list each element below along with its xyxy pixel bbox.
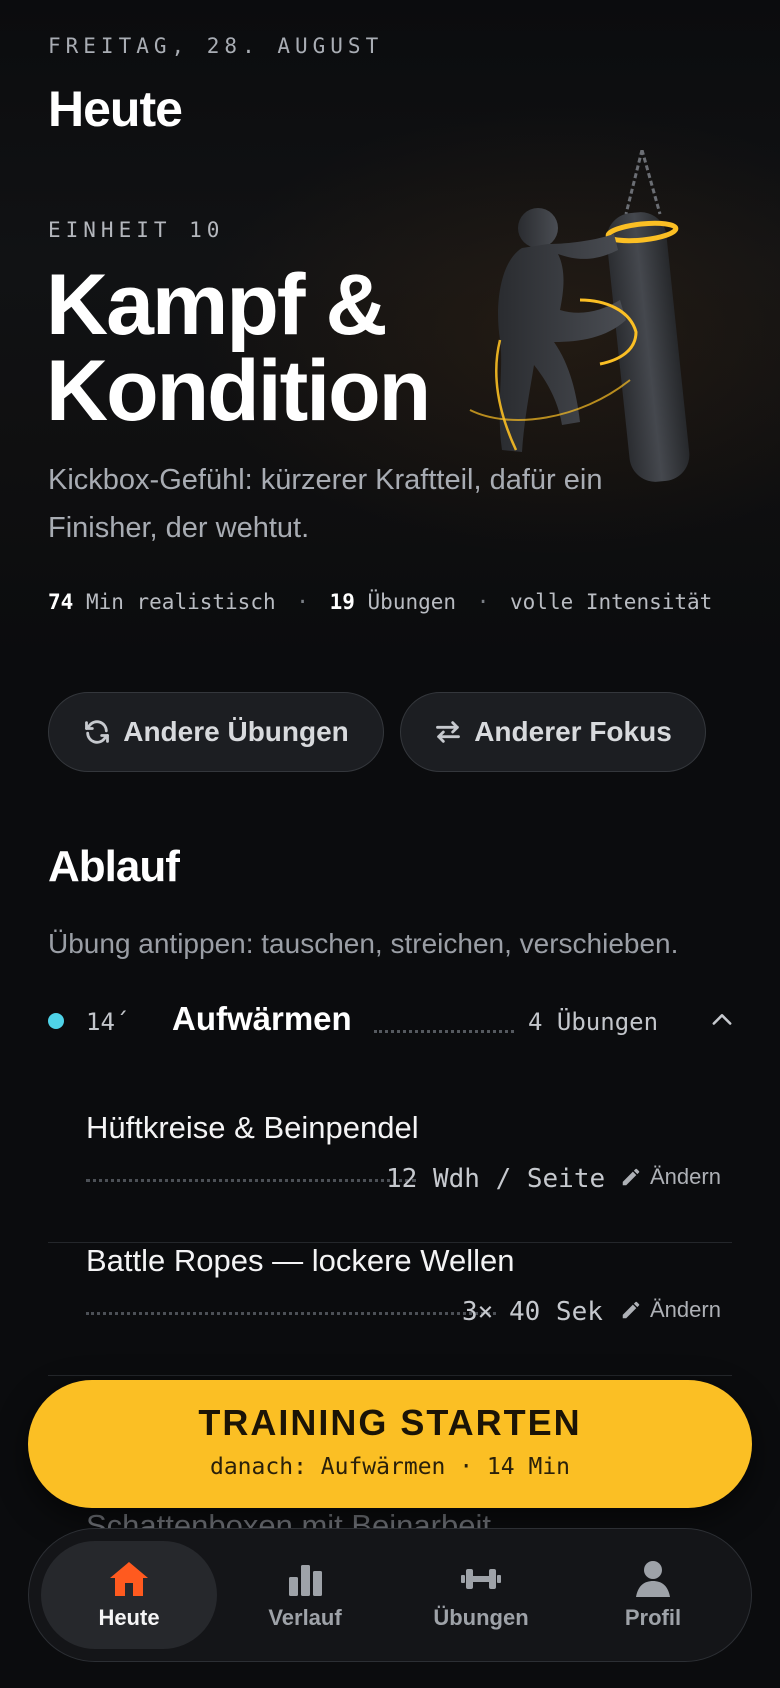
workout-title: Kampf & Kondition [46, 262, 606, 434]
stat-exercises-label: Übungen [367, 590, 457, 614]
phase-header-warmup[interactable]: 14´ Aufwärmen 4 Übungen [48, 1000, 732, 1044]
dumbbell-icon [461, 1569, 501, 1589]
pencil-icon [622, 1301, 640, 1319]
edit-label: Ändern [650, 1297, 721, 1322]
stat-exercises-value: 19 [329, 590, 355, 614]
page-title: Heute [48, 81, 183, 137]
exercise-row[interactable]: Battle Ropes — lockere Wellen 3× 40 Sek … [48, 1243, 732, 1376]
cta-title: TRAINING STARTEN [198, 1402, 582, 1443]
stat-separator: · [296, 590, 309, 614]
tab-label: Heute [98, 1605, 160, 1630]
tab-heute[interactable]: Heute [41, 1541, 217, 1649]
user-icon [636, 1561, 670, 1597]
exercise-name: Battle Ropes — lockere Wellen [86, 1243, 515, 1278]
section-title: Ablauf [48, 842, 180, 891]
bottom-tab-bar: Heute Verlauf Übungen Profil [28, 1528, 752, 1662]
other-focus-label: Anderer Fokus [474, 716, 672, 747]
stat-minutes-value: 74 [48, 590, 74, 614]
exercise-name: Hüftkreise & Beinpendel [86, 1110, 419, 1145]
exercise-value: 12 Wdh / Seite [386, 1164, 606, 1194]
phase-name: Aufwärmen [172, 1000, 352, 1037]
swap-icon [436, 721, 461, 743]
stat-separator: · [476, 590, 490, 614]
unit-label: EINHEIT 10 [48, 218, 225, 242]
exercise-value: 3× 40 Sek [462, 1297, 603, 1327]
chevron-up-icon[interactable] [708, 1006, 736, 1034]
other-exercises-label: Andere Übungen [123, 716, 349, 747]
dotted-leader [86, 1312, 496, 1315]
workout-title-line-2: Kondition [46, 343, 431, 439]
cta-subtitle: danach: Aufwärmen · 14 Min [209, 1454, 571, 1480]
bar-chart-icon [289, 1565, 322, 1596]
edit-button[interactable]: Ändern [620, 1164, 721, 1190]
stat-minutes-label: Min realistisch [85, 590, 276, 614]
other-exercises-button[interactable]: Andere Übungen [48, 692, 384, 772]
exercise-row[interactable]: Hüftkreise & Beinpendel 12 Wdh / Seite Ä… [48, 1110, 732, 1243]
phase-color-dot [48, 1013, 64, 1029]
workout-stats: 74 Min realistisch · 19 Übungen · volle … [48, 590, 712, 614]
plan-hint: Übung antippen: tauschen, streichen, ver… [48, 928, 679, 959]
phase-duration: 14´ [86, 1008, 130, 1036]
tab-label: Profil [624, 1605, 682, 1630]
tab-uebungen[interactable]: Übungen [393, 1541, 569, 1649]
other-focus-button[interactable]: Anderer Fokus [400, 692, 706, 772]
start-training-button[interactable]: TRAINING STARTEN danach: Aufwärmen · 14 … [28, 1380, 752, 1508]
home-icon [110, 1562, 148, 1596]
stat-intensity: volle Intensität [510, 590, 713, 614]
tab-profil[interactable]: Profil [565, 1541, 741, 1649]
dotted-leader [374, 1030, 514, 1033]
edit-label: Ändern [650, 1164, 721, 1189]
tab-label: Verlauf [268, 1605, 342, 1630]
edit-button[interactable]: Ändern [620, 1297, 721, 1323]
workout-title-line-1: Kampf & [46, 257, 388, 353]
phase-exercise-count: 4 Übungen [528, 1008, 659, 1036]
workout-description: Kickbox-Gefühl: kürzerer Kraftteil, dafü… [48, 464, 603, 544]
pencil-icon [622, 1168, 640, 1186]
tab-verlauf[interactable]: Verlauf [217, 1541, 393, 1649]
tab-label: Übungen [433, 1605, 529, 1630]
current-date: FREITAG, 28. AUGUST [48, 34, 384, 58]
dotted-leader [86, 1179, 416, 1182]
refresh-icon [85, 720, 110, 744]
